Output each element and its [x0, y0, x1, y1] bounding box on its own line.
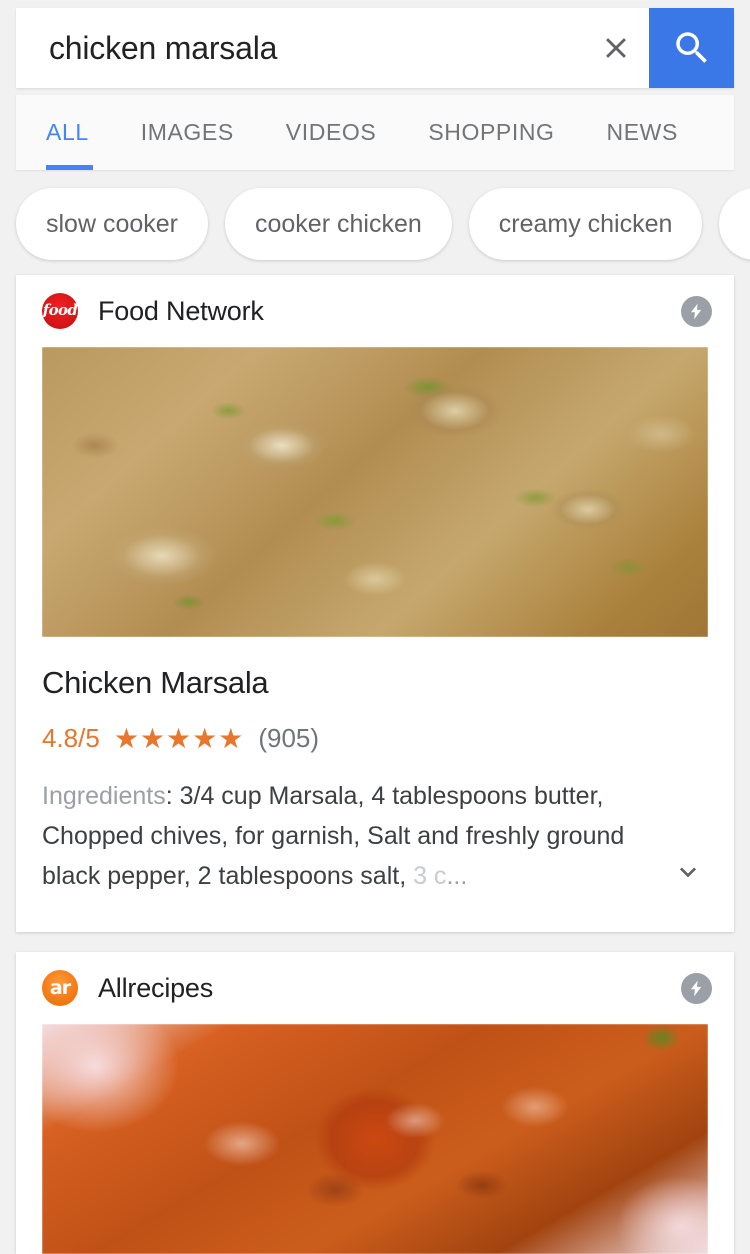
tab-label: IMAGES — [140, 119, 234, 145]
recipe-image[interactable] — [42, 347, 708, 637]
chip-label: creamy chicken — [498, 209, 673, 238]
tab-bar-container: ALL IMAGES VIDEOS SHOPPING NEWS — [0, 95, 750, 170]
tab-news[interactable]: NEWS — [581, 95, 704, 170]
chevron-down-icon — [672, 856, 704, 888]
rating-row: 4.8/5 ★★★★★ (905) — [42, 723, 708, 754]
snippet-ellipsis: ... — [446, 862, 468, 890]
recipe-image[interactable] — [42, 1024, 708, 1254]
chip-creamy-chicken[interactable]: creamy chicken — [468, 188, 703, 260]
search-input[interactable] — [16, 29, 583, 67]
chip-label: cooker chicken — [255, 209, 422, 238]
star-rating-icon: ★★★★★ — [113, 722, 245, 754]
related-searches-container: slow cooker cooker chicken creamy chicke… — [0, 170, 750, 275]
expand-snippet-button[interactable] — [668, 852, 708, 892]
results-list: food Food Network Chicken Marsala 4.8/5 … — [0, 275, 750, 1254]
logo-text: ar — [49, 976, 71, 999]
card-body: Chicken Marsala 4.8/5 ★★★★★ (905) Ingred… — [16, 637, 734, 932]
chip-slow-cooker[interactable]: slow cooker — [16, 188, 208, 260]
tab-label: SHOPPING — [428, 119, 555, 145]
food-network-logo-icon: food — [42, 293, 78, 329]
clear-search-button[interactable] — [583, 8, 649, 88]
logo-text: food — [42, 300, 78, 319]
rating-count: (905) — [258, 723, 320, 753]
tab-images[interactable]: IMAGES — [115, 95, 260, 170]
site-name: Food Network — [98, 295, 264, 326]
close-icon — [599, 31, 633, 65]
search-field[interactable] — [16, 8, 734, 88]
tab-label: ALL — [46, 119, 89, 145]
rating-score: 4.8/5 — [42, 723, 100, 753]
snippet-fade-text: 3 c — [406, 862, 447, 890]
tab-videos[interactable]: VIDEOS — [260, 95, 403, 170]
recipe-title[interactable]: Chicken Marsala — [42, 665, 708, 701]
tab-label: NEWS — [606, 119, 678, 145]
result-card-food-network[interactable]: food Food Network Chicken Marsala 4.8/5 … — [16, 275, 734, 932]
search-icon — [671, 27, 713, 69]
snippet-container: Ingredients: 3/4 cup Marsala, 4 tablespo… — [42, 776, 708, 904]
related-searches-row[interactable]: slow cooker cooker chicken creamy chicke… — [0, 180, 750, 268]
amp-lightning-icon — [681, 972, 712, 1004]
chip-stuffed-chicken[interactable]: stuf — [719, 188, 750, 260]
site-name: Allrecipes — [98, 972, 214, 1003]
card-header: food Food Network — [16, 275, 734, 347]
tab-bar[interactable]: ALL IMAGES VIDEOS SHOPPING NEWS — [16, 95, 734, 170]
tab-all[interactable]: ALL — [16, 95, 115, 170]
tab-label: VIDEOS — [285, 119, 377, 145]
amp-lightning-icon — [681, 295, 712, 327]
snippet-label: Ingredients — [42, 782, 166, 810]
search-header — [0, 0, 750, 95]
result-card-allrecipes[interactable]: ar Allrecipes — [16, 952, 734, 1254]
chip-label: slow cooker — [46, 209, 178, 238]
search-submit-button[interactable] — [649, 8, 734, 88]
allrecipes-logo-icon: ar — [42, 970, 78, 1006]
tab-shopping[interactable]: SHOPPING — [402, 95, 580, 170]
chip-cooker-chicken[interactable]: cooker chicken — [225, 188, 452, 260]
ingredients-snippet: Ingredients: 3/4 cup Marsala, 4 tablespo… — [42, 776, 708, 896]
card-header: ar Allrecipes — [16, 952, 734, 1024]
